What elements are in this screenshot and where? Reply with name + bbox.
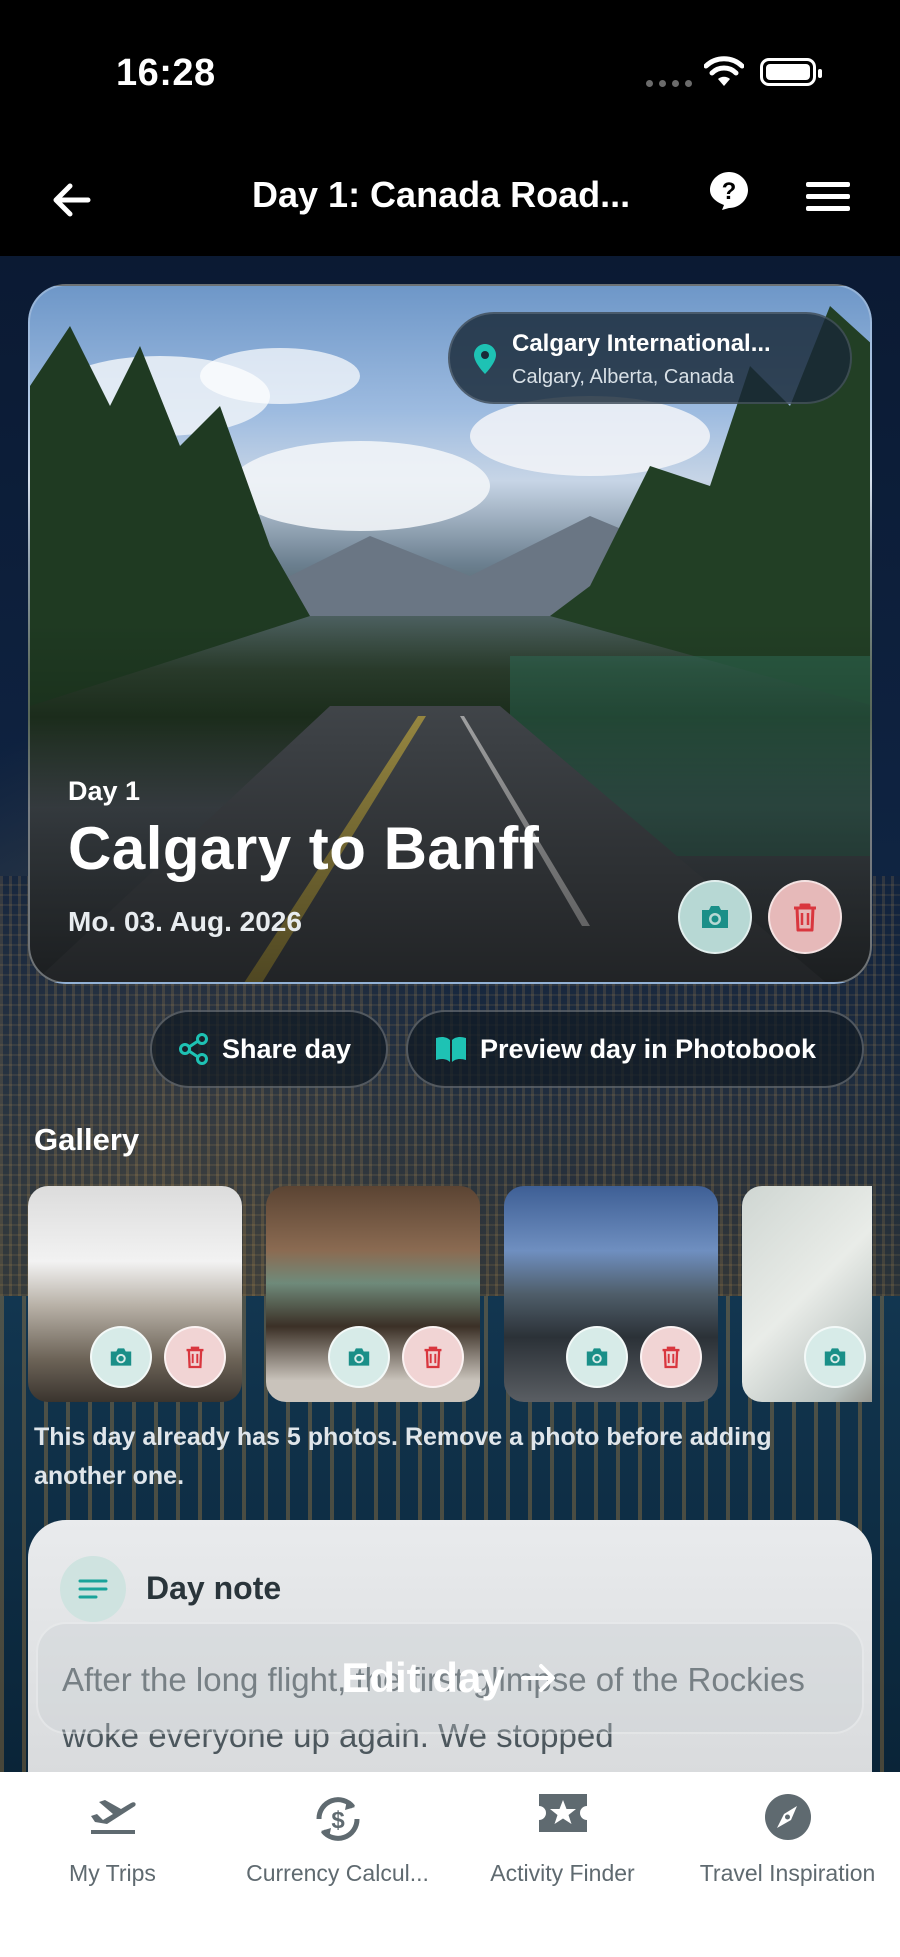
edit-day-label: Edit day [341, 1654, 505, 1701]
delete-day-button[interactable] [768, 880, 842, 954]
nav-my-trips[interactable]: My Trips [0, 1772, 225, 1957]
nav-label: Travel Inspiration [699, 1860, 876, 1886]
camera-icon [586, 1348, 608, 1366]
replace-photo-button[interactable] [328, 1326, 390, 1388]
nav-activity-finder[interactable]: Activity Finder [450, 1772, 675, 1957]
battery-icon [760, 58, 822, 86]
trash-icon [186, 1346, 204, 1369]
gallery-heading: Gallery [34, 1122, 140, 1157]
preview-photobook-label: Preview day in Photobook [480, 1033, 817, 1064]
gallery-photo[interactable] [266, 1186, 480, 1402]
gallery-photo[interactable] [742, 1186, 872, 1402]
camera-icon [702, 906, 728, 928]
share-day-label: Share day [222, 1033, 352, 1064]
delete-photo-button[interactable] [640, 1326, 702, 1388]
trash-icon [662, 1346, 680, 1369]
camera-icon [348, 1348, 370, 1366]
share-icon [179, 1033, 208, 1065]
change-cover-photo-button[interactable] [678, 880, 752, 954]
location-name: Calgary International... [512, 330, 771, 357]
day-hero-card: Calgary International... Calgary, Albert… [28, 284, 872, 984]
gallery-photo[interactable] [504, 1186, 718, 1402]
trash-icon [794, 903, 816, 932]
compass-icon [764, 1794, 811, 1840]
hamburger-menu-icon[interactable] [806, 182, 850, 216]
app-header: Day 1: Canada Road... ? [0, 150, 900, 256]
location-chip[interactable]: Calgary International... Calgary, Albert… [448, 312, 852, 404]
status-time: 16:28 [116, 52, 216, 94]
status-bar: 16:28 [0, 0, 900, 150]
share-day-button[interactable]: Share day [150, 1010, 388, 1088]
arrow-right-icon [520, 1664, 555, 1692]
currency-exchange-icon: $ [315, 1797, 360, 1841]
edit-day-button[interactable]: Edit day [36, 1622, 864, 1734]
replace-photo-button[interactable] [804, 1326, 866, 1388]
gallery-carousel[interactable] [28, 1186, 872, 1402]
gallery-photo[interactable] [28, 1186, 242, 1402]
bottom-navigation: My Trips $ Currency Calcul... Activity F… [0, 1772, 900, 1957]
nav-travel-inspiration[interactable]: Travel Inspiration [675, 1772, 900, 1957]
photo-limit-notice: This day already has 5 photos. Remove a … [34, 1423, 772, 1490]
day-note-heading: Day note [146, 1570, 282, 1606]
star-ticket-icon [538, 1794, 587, 1832]
camera-icon [110, 1348, 132, 1366]
day-title: Calgary to Banff [68, 815, 540, 882]
nav-currency-calculator[interactable]: $ Currency Calcul... [225, 1772, 450, 1957]
signal-icon [646, 80, 692, 87]
help-icon[interactable]: ? [708, 170, 750, 212]
book-icon [436, 1036, 466, 1062]
day-date: Mo. 03. Aug. 2026 [68, 906, 302, 937]
nav-label: Currency Calcul... [246, 1860, 429, 1886]
nav-label: My Trips [69, 1860, 156, 1886]
map-pin-icon [474, 344, 496, 374]
back-arrow-icon[interactable] [46, 174, 98, 226]
replace-photo-button[interactable] [90, 1326, 152, 1388]
camera-icon [824, 1348, 846, 1366]
location-address: Calgary, Alberta, Canada [512, 366, 734, 388]
page-title: Day 1: Canada Road... [252, 174, 631, 215]
svg-text:?: ? [722, 178, 737, 205]
replace-photo-button[interactable] [566, 1326, 628, 1388]
wifi-icon [704, 56, 744, 86]
svg-text:$: $ [331, 1807, 345, 1834]
notes-icon [60, 1556, 126, 1622]
delete-photo-button[interactable] [402, 1326, 464, 1388]
nav-label: Activity Finder [490, 1860, 635, 1886]
day-number-label: Day 1 [68, 776, 141, 806]
trash-icon [424, 1346, 442, 1369]
delete-photo-button[interactable] [164, 1326, 226, 1388]
airplane-departure-icon [90, 1800, 136, 1834]
preview-photobook-button[interactable]: Preview day in Photobook [406, 1010, 864, 1088]
